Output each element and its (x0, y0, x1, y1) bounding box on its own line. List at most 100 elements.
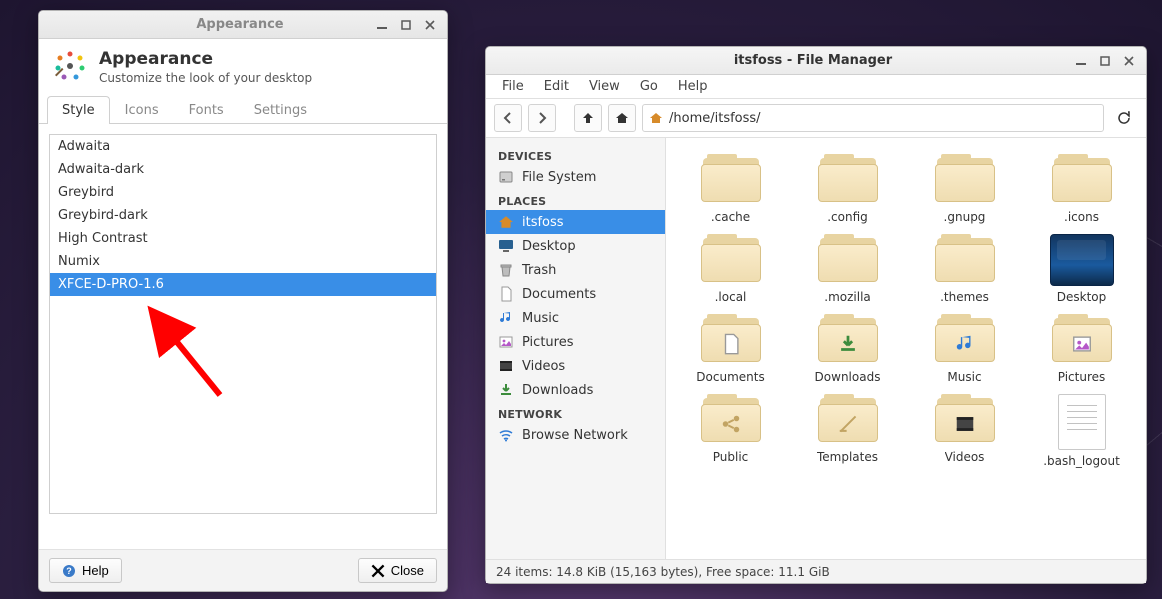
style-item[interactable]: Greybird (50, 181, 436, 204)
nav-up-button[interactable] (574, 104, 602, 132)
file-item[interactable]: Downloads (791, 314, 904, 384)
fm-window-title: itsfoss - File Manager (556, 53, 1070, 68)
sidebar-item-label: Downloads (522, 383, 593, 398)
sidebar-item-itsfoss[interactable]: itsfoss (486, 210, 665, 234)
file-label: .cache (711, 210, 750, 224)
tab-style[interactable]: Style (47, 96, 110, 124)
file-label: Desktop (1057, 290, 1107, 304)
videos-icon (498, 358, 514, 374)
file-item[interactable]: Music (908, 314, 1021, 384)
style-item[interactable]: Adwaita (50, 135, 436, 158)
menu-edit[interactable]: Edit (534, 76, 579, 97)
tab-icons[interactable]: Icons (110, 96, 174, 124)
menu-go[interactable]: Go (630, 76, 668, 97)
file-item[interactable]: .local (674, 234, 787, 304)
tab-fonts[interactable]: Fonts (174, 96, 239, 124)
close-button[interactable]: Close (358, 558, 437, 583)
file-item[interactable]: .mozilla (791, 234, 904, 304)
style-item[interactable]: Greybird-dark (50, 204, 436, 227)
help-button[interactable]: Help (49, 558, 122, 583)
appearance-titlebar[interactable]: Appearance (39, 11, 447, 39)
doc-icon (498, 286, 514, 302)
fm-close-window-button[interactable] (1118, 51, 1140, 71)
sidebar-item-label: Pictures (522, 335, 573, 350)
sidebar-item-trash[interactable]: Trash (486, 258, 665, 282)
style-item[interactable]: Adwaita-dark (50, 158, 436, 181)
folder-icon (933, 154, 997, 206)
sidebar-item-documents[interactable]: Documents (486, 282, 665, 306)
minimize-button[interactable] (371, 15, 393, 35)
sidebar-item-downloads[interactable]: Downloads (486, 378, 665, 402)
help-label: Help (82, 563, 109, 578)
fm-minimize-button[interactable] (1070, 51, 1092, 71)
fm-maximize-button[interactable] (1094, 51, 1116, 71)
sidebar-item-pictures[interactable]: Pictures (486, 330, 665, 354)
sidebar-item-videos[interactable]: Videos (486, 354, 665, 378)
path-bar[interactable]: /home/itsfoss/ (642, 104, 1104, 132)
wifi-icon (498, 427, 514, 443)
fm-status-text: 24 items: 14.8 KiB (15,163 bytes), Free … (496, 565, 830, 579)
sidebar-item-file-system[interactable]: File System (486, 165, 665, 189)
file-item[interactable]: Pictures (1025, 314, 1138, 384)
fm-sidebar: DEVICESFile SystemPLACESitsfossDesktopTr… (486, 138, 666, 559)
file-label: Documents (696, 370, 764, 384)
folder-icon (933, 394, 997, 446)
file-item[interactable]: .gnupg (908, 154, 1021, 224)
file-item[interactable]: Templates (791, 394, 904, 468)
folder-icon (816, 394, 880, 446)
file-item[interactable]: Documents (674, 314, 787, 384)
sidebar-item-music[interactable]: Music (486, 306, 665, 330)
menu-view[interactable]: View (579, 76, 630, 97)
nav-home-button[interactable] (608, 104, 636, 132)
fm-menubar: FileEditViewGoHelp (486, 75, 1146, 99)
folder-icon (816, 314, 880, 366)
trash-icon (498, 262, 514, 278)
fm-titlebar[interactable]: itsfoss - File Manager (486, 47, 1146, 75)
appearance-header-title: Appearance (99, 49, 312, 69)
file-label: Templates (817, 450, 878, 464)
file-item[interactable]: .icons (1025, 154, 1138, 224)
file-item[interactable]: .config (791, 154, 904, 224)
text-file-icon (1058, 394, 1106, 450)
file-label: .config (827, 210, 868, 224)
file-item[interactable]: Videos (908, 394, 1021, 468)
close-window-button[interactable] (419, 15, 441, 35)
close-label: Close (391, 563, 424, 578)
nav-forward-button[interactable] (528, 104, 556, 132)
file-item[interactable]: .bash_logout (1025, 394, 1138, 468)
sidebar-heading: PLACES (486, 189, 665, 210)
reload-button[interactable] (1110, 104, 1138, 132)
sidebar-item-browse-network[interactable]: Browse Network (486, 423, 665, 447)
sidebar-item-desktop[interactable]: Desktop (486, 234, 665, 258)
fm-toolbar: /home/itsfoss/ (486, 99, 1146, 138)
tab-settings[interactable]: Settings (239, 96, 322, 124)
file-label: .bash_logout (1043, 454, 1120, 468)
sidebar-item-label: itsfoss (522, 215, 564, 230)
file-label: .themes (940, 290, 989, 304)
sidebar-item-label: Documents (522, 287, 596, 302)
menu-help[interactable]: Help (668, 76, 718, 97)
nav-back-button[interactable] (494, 104, 522, 132)
style-list[interactable]: AdwaitaAdwaita-darkGreybirdGreybird-dark… (49, 134, 437, 514)
file-label: Videos (945, 450, 985, 464)
style-item[interactable]: XFCE-D-PRO-1.6 (50, 273, 436, 296)
file-item[interactable]: Public (674, 394, 787, 468)
appearance-window: Appearance Appearance Customize the look… (38, 10, 448, 592)
menu-file[interactable]: File (492, 76, 534, 97)
file-item[interactable]: Desktop (1025, 234, 1138, 304)
folder-icon (816, 154, 880, 206)
fm-file-pane[interactable]: .cache .config .gnupg.icons .local.mozilla.… (666, 138, 1146, 559)
file-manager-window: itsfoss - File Manager FileEditViewGoHel… (485, 46, 1147, 584)
folder-icon (1050, 314, 1114, 366)
sidebar-item-label: File System (522, 170, 596, 185)
fm-statusbar: 24 items: 14.8 KiB (15,163 bytes), Free … (486, 559, 1146, 583)
folder-icon (699, 234, 763, 286)
appearance-window-title: Appearance (109, 17, 371, 32)
maximize-button[interactable] (395, 15, 417, 35)
file-item[interactable]: .cache (674, 154, 787, 224)
file-item[interactable]: .themes (908, 234, 1021, 304)
style-item[interactable]: High Contrast (50, 227, 436, 250)
style-item[interactable]: Numix (50, 250, 436, 273)
folder-icon (1050, 154, 1114, 206)
appearance-tabs: StyleIconsFontsSettings (39, 95, 447, 124)
